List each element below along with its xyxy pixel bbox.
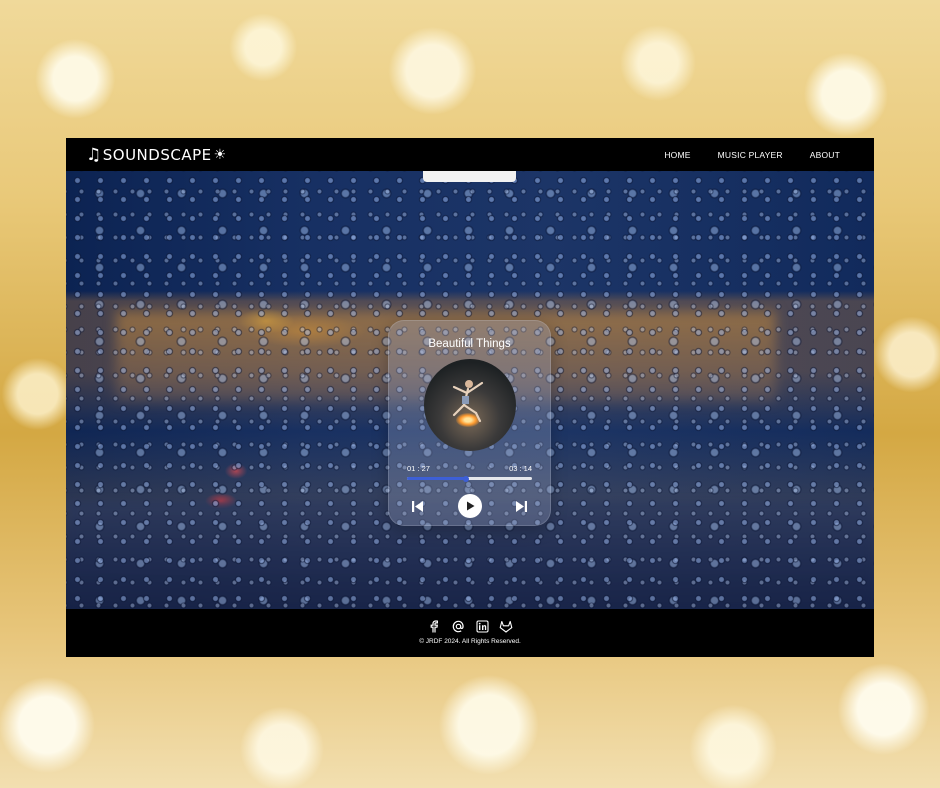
nav-about[interactable]: ABOUT [810, 150, 840, 160]
skip-forward-icon [516, 500, 527, 512]
at-sign-icon[interactable] [451, 619, 465, 633]
song-title: Beautiful Things [428, 338, 511, 350]
prev-button[interactable] [411, 500, 424, 513]
next-button[interactable] [515, 500, 528, 513]
current-time: 01 : 27 [407, 464, 430, 473]
player-controls [411, 494, 528, 518]
nav-home[interactable]: HOME [664, 150, 690, 160]
play-button[interactable] [457, 494, 482, 518]
social-links [66, 609, 874, 633]
footer: © JRDF 2024. All Rights Reserved. [66, 609, 874, 657]
album-art [423, 359, 516, 451]
facebook-icon[interactable] [427, 619, 441, 633]
progress-knob[interactable] [462, 475, 469, 482]
nav-links: HOME MUSIC PLAYER ABOUT [664, 150, 840, 160]
duration: 03 : 14 [509, 464, 532, 473]
progress-fill [407, 477, 466, 480]
hero-background: Beautiful Things 01: 27 03: 14 [66, 171, 874, 609]
play-icon [466, 501, 474, 511]
sun-icon: ☀ [213, 146, 227, 163]
music-player-card: Beautiful Things 01: 27 03: 14 [388, 320, 551, 526]
gitlab-icon[interactable] [499, 619, 513, 633]
navbar: ♫ SOUNDSCAPE ☀ HOME MUSIC PLAYER ABOUT [66, 138, 874, 171]
time-row: 01 : 27 03 : 14 [407, 464, 532, 473]
linkedin-icon[interactable] [475, 619, 489, 633]
nav-music-player[interactable]: MUSIC PLAYER [718, 150, 783, 160]
brand-name: SOUNDSCAPE [102, 145, 212, 164]
progress-bar[interactable] [407, 475, 532, 482]
app-window: ♫ SOUNDSCAPE ☀ HOME MUSIC PLAYER ABOUT B… [66, 138, 874, 657]
dropdown-tab[interactable] [423, 171, 516, 182]
skip-back-icon [412, 500, 423, 512]
copyright: © JRDF 2024. All Rights Reserved. [419, 638, 521, 645]
music-note-icon: ♫ [86, 144, 102, 165]
brand-logo[interactable]: ♫ SOUNDSCAPE ☀ [86, 145, 227, 165]
album-art-figure [452, 380, 483, 423]
